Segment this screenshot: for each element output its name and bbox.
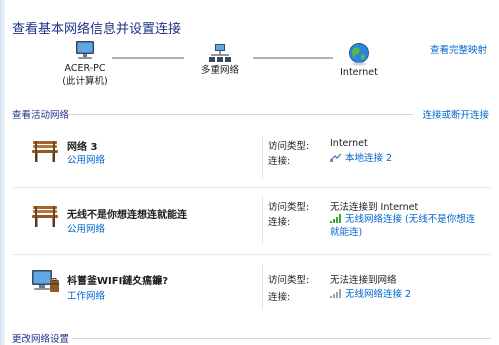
- pc-sub-label: (此计算机): [62, 76, 108, 87]
- access-type-label: 访问类型:: [268, 275, 310, 286]
- multi-network-label: 多重网络: [200, 65, 239, 76]
- network-row: 网络 3 公用网络 访问类型: Internet 连接: 本地连接 2: [0, 132, 499, 182]
- row-divider: [12, 187, 491, 188]
- connection-link[interactable]: 无线网络连接 2: [330, 288, 411, 301]
- wifi-disconnected-icon: [330, 289, 341, 298]
- park-bench-icon[interactable]: [30, 203, 60, 229]
- column-separator: [262, 195, 263, 245]
- park-bench-icon[interactable]: [30, 138, 60, 164]
- access-type-label: 访问类型:: [268, 141, 310, 152]
- connections-label: 连接:: [268, 292, 291, 303]
- computer-icon: [76, 41, 94, 59]
- connections-label: 连接:: [268, 217, 291, 228]
- network-name: 无线不是你想连想连就能连: [67, 210, 187, 221]
- access-type-value: 无法连接到 Internet: [330, 202, 419, 213]
- network-type-link[interactable]: 工作网络: [67, 288, 105, 302]
- connection-name: 无线网络连接 (无线不是你想连: [345, 214, 476, 225]
- column-separator: [262, 264, 263, 310]
- section-divider: [72, 338, 491, 339]
- view-full-map-link[interactable]: 查看完整映射: [430, 42, 487, 56]
- row-divider: [12, 254, 491, 255]
- internet-label: Internet: [340, 67, 378, 78]
- connection-name-cont: 就能连): [330, 227, 363, 238]
- network-type-link[interactable]: 公用网络: [67, 221, 105, 235]
- map-node-this-computer[interactable]: ACER-PC (此计算机): [30, 40, 140, 88]
- column-separator: [262, 136, 263, 178]
- connection-link[interactable]: 本地连接 2: [330, 152, 392, 165]
- connection-name: 无线网络连接 2: [345, 289, 412, 300]
- pc-name-label: ACER-PC: [64, 63, 106, 74]
- page-title: 查看基本网络信息并设置连接: [12, 22, 182, 37]
- access-type-value: Internet: [330, 138, 368, 149]
- connection-name: 本地连接 2: [345, 153, 393, 164]
- wifi-signal-icon: [330, 214, 341, 223]
- network-name: 网络 3: [67, 142, 98, 153]
- access-type-label: 访问类型:: [268, 202, 310, 213]
- network-type-link[interactable]: 公用网络: [67, 152, 105, 166]
- network-name: 枓嘗釜WIFI鏈夊瘑鐮?: [67, 276, 169, 287]
- connect-disconnect-link[interactable]: 连接或断开连接: [422, 107, 489, 121]
- network-row: 枓嘗釜WIFI鏈夊瘑鐮? 工作网络 访问类型: 无法连接到网络 连接: 无线网络…: [0, 262, 499, 314]
- connections-label: 连接:: [268, 156, 291, 167]
- active-networks-title: 查看活动网络: [12, 110, 70, 121]
- map-node-multiple-networks[interactable]: 多重网络: [165, 44, 275, 77]
- connection-link[interactable]: 无线网络连接 (无线不是你想连 就能连): [330, 213, 475, 239]
- ethernet-connection-icon: [330, 153, 342, 162]
- change-settings-title: 更改网络设置: [12, 334, 70, 345]
- network-hub-icon: [209, 44, 231, 62]
- access-type-value: 无法连接到网络: [330, 275, 397, 286]
- network-row: 无线不是你想连想连就能连 公用网络 访问类型: 无法连接到 Internet 连…: [0, 193, 499, 249]
- map-node-internet[interactable]: Internet: [304, 42, 414, 79]
- change-settings-header: 更改网络设置: [12, 331, 491, 345]
- work-network-icon[interactable]: [30, 268, 60, 296]
- globe-icon: [349, 43, 369, 66]
- active-networks-header: 查看活动网络 连接或断开连接: [12, 107, 491, 121]
- section-divider: [68, 114, 413, 115]
